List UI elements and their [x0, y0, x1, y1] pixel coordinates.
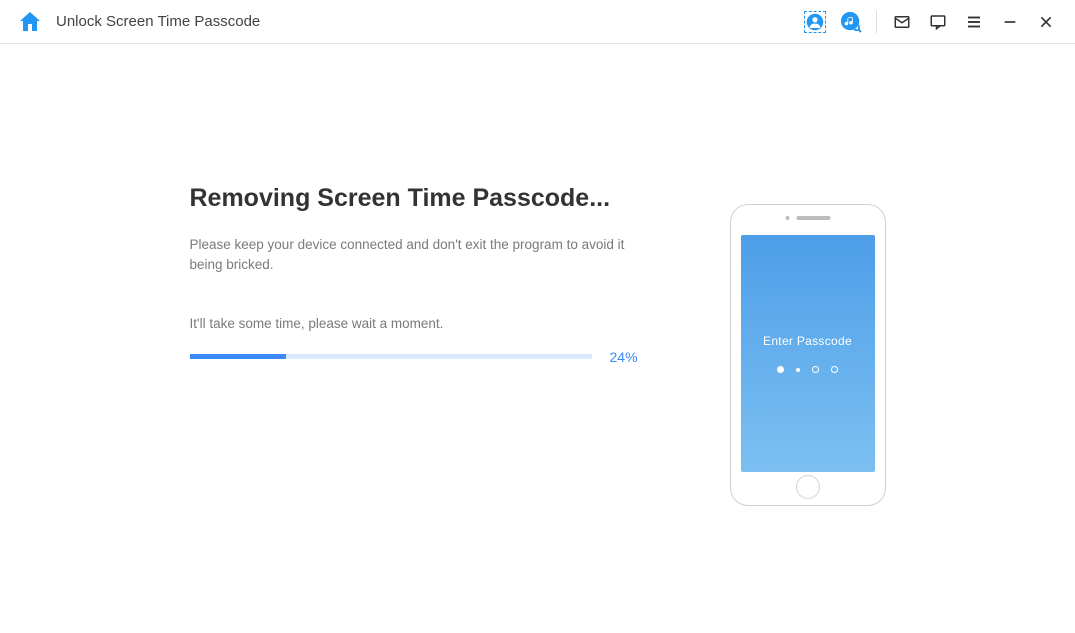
wait-text: It'll take some time, please wait a mome…	[190, 316, 650, 331]
minimize-icon[interactable]	[999, 11, 1021, 33]
main-content: Removing Screen Time Passcode... Please …	[0, 44, 1075, 506]
header-left: Unlock Screen Time Passcode	[18, 10, 260, 34]
feedback-icon[interactable]	[927, 11, 949, 33]
mail-icon[interactable]	[891, 11, 913, 33]
phone-speaker-grill	[796, 216, 830, 220]
close-icon[interactable]	[1035, 11, 1057, 33]
phone-camera-dot	[785, 216, 789, 220]
progress-row: 24%	[190, 349, 650, 365]
passcode-dots	[777, 366, 838, 373]
header-right	[804, 11, 1057, 33]
phone-speaker	[785, 216, 830, 220]
account-icon[interactable]	[804, 11, 826, 33]
progress-percent: 24%	[610, 349, 650, 365]
phone-home-button	[796, 475, 820, 499]
music-search-icon[interactable]	[840, 11, 862, 33]
passcode-dot	[831, 366, 838, 373]
progress-fill	[190, 354, 286, 359]
warning-text: Please keep your device connected and do…	[190, 235, 650, 276]
progress-bar	[190, 354, 592, 359]
menu-icon[interactable]	[963, 11, 985, 33]
header: Unlock Screen Time Passcode	[0, 0, 1075, 44]
passcode-dot	[777, 366, 784, 373]
page-title: Unlock Screen Time Passcode	[56, 13, 260, 30]
phone-screen: Enter Passcode	[741, 235, 875, 472]
phone-screen-label: Enter Passcode	[763, 334, 852, 348]
home-icon[interactable]	[18, 10, 42, 34]
phone-frame: Enter Passcode	[730, 204, 886, 506]
passcode-dot	[812, 366, 819, 373]
toolbar-divider	[876, 11, 877, 33]
main-heading: Removing Screen Time Passcode...	[190, 184, 650, 213]
passcode-dot	[796, 368, 800, 372]
progress-section: Removing Screen Time Passcode... Please …	[190, 184, 650, 506]
phone-illustration-section: Enter Passcode	[730, 184, 886, 506]
